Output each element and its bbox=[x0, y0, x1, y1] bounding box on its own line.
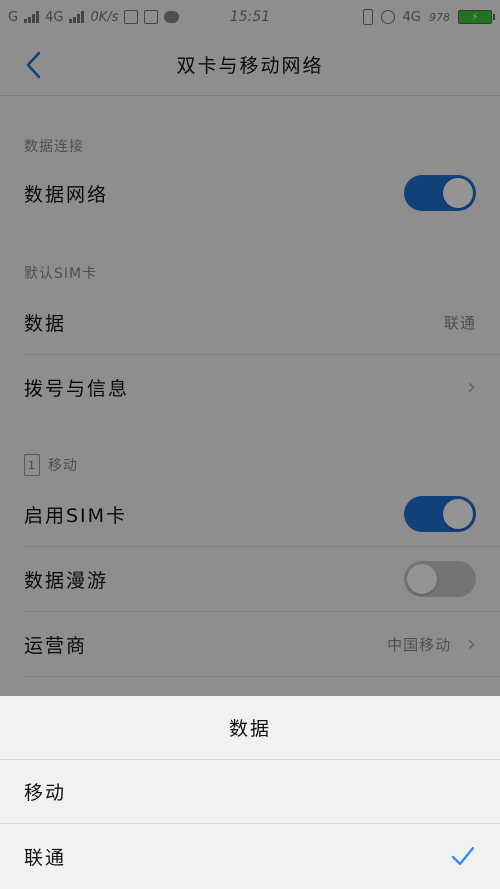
checkmark-icon bbox=[451, 846, 475, 866]
option-unicom[interactable]: 联通 bbox=[0, 824, 500, 888]
bottom-sheet: 数据 移动 联通 bbox=[0, 696, 500, 889]
dim-overlay[interactable] bbox=[0, 0, 500, 696]
settings-screen: G 4G 0K/s 15:51 4G 978 ⚡ 双卡与移动网络 数据连接 数据… bbox=[0, 0, 500, 889]
option-label: 联通 bbox=[24, 846, 67, 869]
option-mobile[interactable]: 移动 bbox=[0, 760, 500, 824]
sheet-title: 数据 bbox=[0, 696, 500, 760]
option-label: 移动 bbox=[24, 782, 67, 804]
